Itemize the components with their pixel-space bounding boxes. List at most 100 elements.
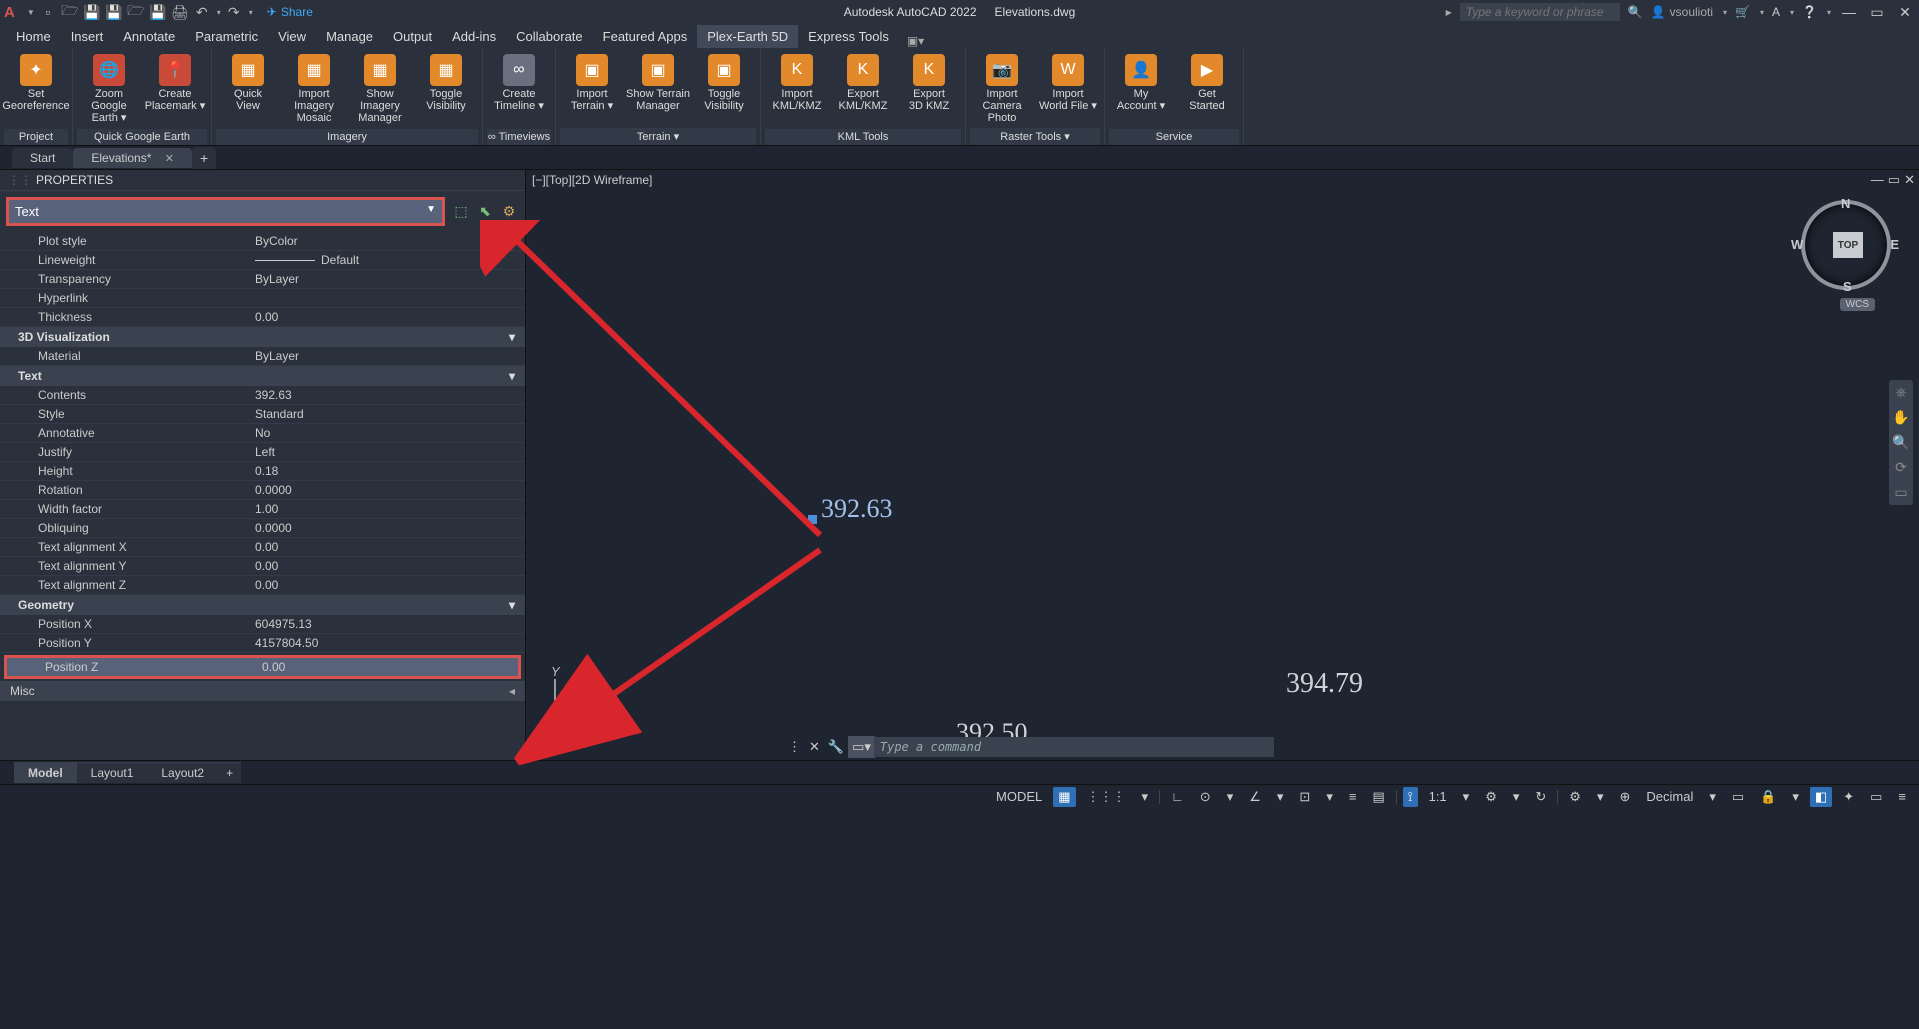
viewport[interactable]: [−][Top][2D Wireframe] — ▭ ✕ TOP N S E W… [525, 170, 1919, 760]
prop-value[interactable]: 392.63 [255, 388, 525, 402]
status-annomonitor-icon[interactable]: ⊕ [1614, 787, 1635, 807]
layout-tab-layout2[interactable]: Layout2 [147, 762, 218, 783]
quick-select-icon[interactable]: ⚙ [499, 202, 519, 222]
prop-position-z[interactable]: Position Z 0.00 [7, 658, 518, 676]
restore-button[interactable]: ▭ [1867, 4, 1887, 21]
prop-value[interactable]: 4157804.50 [255, 636, 525, 650]
prop-material[interactable]: MaterialByLayer [0, 347, 525, 366]
ribbon-import-terrain[interactable]: ▣Import Terrain ▾ [560, 52, 624, 128]
prop-height[interactable]: Height0.18 [0, 462, 525, 481]
menu-tab-parametric[interactable]: Parametric [185, 25, 268, 48]
status-osnap-icon[interactable]: ⊡ [1294, 787, 1315, 807]
status-gear-icon[interactable]: ⚙ [1480, 787, 1502, 807]
nav-pan-icon[interactable]: ✋ [1892, 409, 1909, 426]
doc-tab-elevations[interactable]: Elevations* ✕ [73, 148, 192, 168]
viewcube[interactable]: TOP N S E W [1801, 200, 1891, 290]
status-ortho-icon[interactable]: ∟ [1166, 787, 1189, 806]
prop-position-x[interactable]: Position X604975.13 [0, 615, 525, 634]
prop-value[interactable]: 0.0000 [255, 483, 525, 497]
panel-title[interactable]: Service [1109, 129, 1239, 145]
viewcube-n[interactable]: N [1841, 196, 1850, 211]
nav-wheel-icon[interactable]: ⎈ [1895, 384, 1906, 401]
minimize-button[interactable]: — [1839, 4, 1859, 20]
group-text[interactable]: Text▾ [0, 366, 525, 386]
cart-icon[interactable]: 🛒 [1735, 5, 1750, 19]
prop-value[interactable]: ByLayer [255, 349, 525, 363]
status-annoscale-icon[interactable]: ⟟ [1403, 787, 1418, 807]
select-objects-icon[interactable]: ⬉ [475, 202, 495, 222]
app-menu-drop[interactable]: ▼ [27, 8, 35, 17]
menu-tab-express-tools[interactable]: Express Tools [798, 25, 899, 48]
undo-drop[interactable]: ▾ [217, 8, 221, 17]
layout-tab-layout1[interactable]: Layout1 [77, 762, 148, 783]
status-model[interactable]: MODEL [991, 787, 1047, 806]
selected-text-object[interactable]: 392.63 [821, 494, 893, 524]
menu-tab-plex-earth-5d[interactable]: Plex-Earth 5D [697, 25, 798, 48]
menu-tab-manage[interactable]: Manage [316, 25, 383, 48]
prop-plot-style[interactable]: Plot styleByColor [0, 232, 525, 251]
nav-zoom-icon[interactable]: 🔍 [1892, 434, 1909, 451]
layout-drop-icon[interactable]: ▶ [1446, 8, 1452, 17]
user-drop[interactable]: ▾ [1723, 8, 1727, 17]
prop-value[interactable]: 0.00 [255, 310, 525, 324]
new-doc-tab[interactable]: + [192, 147, 216, 169]
prop-value[interactable]: No [255, 426, 525, 440]
prop-transparency[interactable]: TransparencyByLayer [0, 270, 525, 289]
prop-text-alignment-x[interactable]: Text alignment X0.00 [0, 538, 525, 557]
ribbon-create-placemark[interactable]: 📍Create Placemark ▾ [143, 52, 207, 129]
prop-thickness[interactable]: Thickness0.00 [0, 308, 525, 327]
add-layout-tab[interactable]: + [218, 762, 241, 783]
prop-text-alignment-z[interactable]: Text alignment Z0.00 [0, 576, 525, 595]
prop-value[interactable]: Left [255, 445, 525, 459]
prop-width-factor[interactable]: Width factor1.00 [0, 500, 525, 519]
qat-websave-icon[interactable]: 💾 [149, 3, 167, 21]
menu-tab-home[interactable]: Home [6, 25, 61, 48]
autodesk-app-icon[interactable]: A [1772, 5, 1780, 19]
prop-value[interactable]: 0.0000 [255, 521, 525, 535]
vp-close-icon[interactable]: ✕ [1904, 172, 1915, 188]
qat-webopen-icon[interactable]: 🗁 [127, 3, 145, 21]
ribbon-import-kml-kmz[interactable]: KImport KML/KMZ [765, 52, 829, 129]
prop-value[interactable]: 0.00 [255, 559, 525, 573]
vp-restore-icon[interactable]: ▭ [1888, 172, 1900, 188]
ribbon-options-icon[interactable]: ▣▾ [907, 34, 924, 48]
command-input[interactable] [874, 737, 1274, 757]
prop-obliquing[interactable]: Obliquing0.0000 [0, 519, 525, 538]
object-type-select[interactable]: Text ▼ [6, 197, 445, 226]
status-customize-icon[interactable]: ≡ [1893, 787, 1911, 806]
menu-tab-featured-apps[interactable]: Featured Apps [593, 25, 698, 48]
cmd-close-icon[interactable]: ✕ [805, 739, 824, 755]
prop-justify[interactable]: JustifyLeft [0, 443, 525, 462]
ribbon-quick-view[interactable]: ▦Quick View [216, 52, 280, 129]
ribbon-toggle-visibility[interactable]: ▣Toggle Visibility [692, 52, 756, 128]
panel-grip-icon[interactable]: ⋮⋮ [8, 173, 32, 187]
ribbon-toggle-visibility[interactable]: ▦Toggle Visibility [414, 52, 478, 129]
prop-hyperlink[interactable]: Hyperlink [0, 289, 525, 308]
prop-contents[interactable]: Contents392.63 [0, 386, 525, 405]
ribbon-zoom-google-earth[interactable]: 🌐Zoom Google Earth ▾ [77, 52, 141, 129]
menu-tab-annotate[interactable]: Annotate [113, 25, 185, 48]
status-quickprops-icon[interactable]: ▭ [1727, 787, 1749, 807]
prop-lineweight[interactable]: LineweightDefault [0, 251, 525, 270]
ribbon-get-started[interactable]: ▶Get Started [1175, 52, 1239, 129]
status-units[interactable]: Decimal [1641, 787, 1698, 806]
group-misc[interactable]: Misc ◂ [0, 681, 525, 701]
close-button[interactable]: ✕ [1895, 4, 1915, 21]
help-icon[interactable]: ❔ [1802, 5, 1817, 19]
ribbon-import-world-file[interactable]: WImport World File ▾ [1036, 52, 1100, 128]
panel-title[interactable]: ∞ Timeviews [487, 129, 551, 145]
qat-plot-icon[interactable]: 🖨 [171, 3, 189, 21]
status-lwt-icon[interactable]: ≡ [1344, 787, 1362, 806]
prop-value[interactable]: 0.00 [255, 540, 525, 554]
prop-value[interactable]: 0.00 [262, 660, 518, 674]
panel-title[interactable]: Raster Tools ▾ [970, 128, 1100, 145]
prop-position-y[interactable]: Position Y4157804.50 [0, 634, 525, 653]
group-geometry[interactable]: Geometry▾ [0, 595, 525, 615]
command-line[interactable]: ⋮ ✕ 🔧 ▭▾ [784, 736, 1274, 758]
prop-value[interactable]: 1.00 [255, 502, 525, 516]
viewcube-s[interactable]: S [1843, 279, 1852, 294]
layout-tab-model[interactable]: Model [14, 762, 77, 783]
status-isolate-icon[interactable]: ◧ [1810, 787, 1832, 807]
ribbon-export-kml-kmz[interactable]: KExport KML/KMZ [831, 52, 895, 129]
status-transparency-icon[interactable]: ▤ [1367, 787, 1389, 807]
